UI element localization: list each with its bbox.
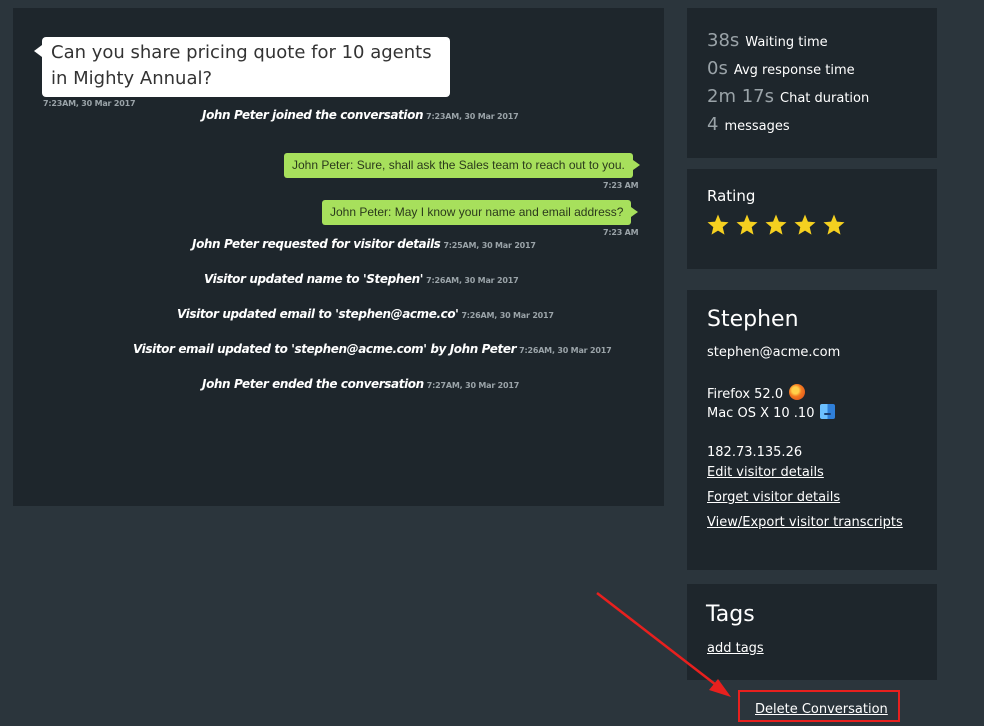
event-text: John Peter ended the conversation xyxy=(202,377,424,391)
stat-value: 38s xyxy=(707,30,740,51)
stat-label: Waiting time xyxy=(745,35,828,50)
delete-conversation-highlight-box: Delete Conversation xyxy=(738,690,900,722)
browser-label: Firefox 52.0 xyxy=(707,387,784,402)
forget-visitor-details-link[interactable]: Forget visitor details xyxy=(707,490,840,505)
agent-message-bubble: John Peter: May I know your name and ema… xyxy=(322,200,639,225)
visitor-browser: Firefox 52.0 xyxy=(707,384,806,402)
event-time: 7:27AM, 30 Mar 2017 xyxy=(426,381,520,390)
event-text: John Peter joined the conversation xyxy=(202,108,424,122)
stat-label: messages xyxy=(724,119,790,134)
event-updated-email: Visitor updated email to 'stephen@acme.c… xyxy=(177,307,554,321)
visitor-message-bubble: Can you share pricing quote for 10 agent… xyxy=(34,37,450,97)
star-icon xyxy=(765,214,787,235)
event-text: Visitor updated name to 'Stephen' xyxy=(204,272,424,286)
star-icon xyxy=(794,214,816,235)
edit-visitor-details-link[interactable]: Edit visitor details xyxy=(707,465,824,480)
stat-messages: 4 messages xyxy=(707,114,790,135)
stat-waiting-time: 38s Waiting time xyxy=(707,30,828,51)
stat-chat-duration: 2m 17s Chat duration xyxy=(707,86,869,107)
visitor-message-time: 7:23AM, 30 Mar 2017 xyxy=(43,99,136,108)
event-ended: John Peter ended the conversation 7:27AM,… xyxy=(202,377,519,391)
event-time: 7:26AM, 30 Mar 2017 xyxy=(461,311,554,320)
add-tags-link[interactable]: add tags xyxy=(707,641,764,656)
arrow-head xyxy=(709,679,731,697)
rating-panel: Rating xyxy=(687,169,937,269)
stat-avg-response-time: 0s Avg response time xyxy=(707,58,855,79)
star-icon xyxy=(736,214,758,235)
export-visitor-transcripts-link[interactable]: View/Export visitor transcripts xyxy=(707,515,903,530)
star-icon xyxy=(823,214,845,235)
event-time: 7:26AM, 30 Mar 2017 xyxy=(426,276,519,285)
event-requested-details: John Peter requested for visitor details… xyxy=(192,237,536,251)
agent-message-time: 7:23 AM xyxy=(603,228,639,237)
visitor-ip: 182.73.135.26 xyxy=(707,445,803,460)
visitor-name: Stephen xyxy=(707,307,799,332)
event-joined: John Peter joined the conversation 7:23AM… xyxy=(202,108,519,122)
event-updated-name: Visitor updated name to 'Stephen' 7:26AM,… xyxy=(204,272,519,286)
event-text: Visitor email updated to 'stephen@acme.c… xyxy=(133,342,517,356)
delete-conversation-link[interactable]: Delete Conversation xyxy=(755,702,888,717)
event-email-updated-by-agent: Visitor email updated to 'stephen@acme.c… xyxy=(133,342,612,356)
stat-label: Avg response time xyxy=(733,63,855,78)
mac-finder-icon xyxy=(820,404,836,419)
os-label: Mac OS X 10 .10 xyxy=(707,406,815,421)
visitor-email: stephen@acme.com xyxy=(707,345,841,360)
visitor-os: Mac OS X 10 .10 xyxy=(707,404,836,421)
event-time: 7:25AM, 30 Mar 2017 xyxy=(443,241,536,250)
stat-value: 4 xyxy=(707,114,719,135)
tags-title: Tags xyxy=(706,602,755,627)
event-text: Visitor updated email to 'stephen@acme.c… xyxy=(177,307,459,321)
event-text: John Peter requested for visitor details xyxy=(192,237,441,251)
agent-message-time: 7:23 AM xyxy=(603,181,639,190)
event-time: 7:26AM, 30 Mar 2017 xyxy=(519,346,612,355)
firefox-icon xyxy=(789,384,806,400)
stat-label: Chat duration xyxy=(780,91,870,106)
tags-panel: Tags add tags xyxy=(687,584,937,680)
stat-value: 2m 17s xyxy=(707,86,774,107)
star-icon xyxy=(707,214,729,235)
stat-value: 0s xyxy=(707,58,728,79)
visitor-info-panel: Stephen stephen@acme.com Firefox 52.0 Ma… xyxy=(687,290,937,570)
chat-stats-panel: 38s Waiting time 0s Avg response time 2m 1… xyxy=(687,8,937,158)
event-time: 7:23AM, 30 Mar 2017 xyxy=(426,112,519,121)
rating-stars xyxy=(706,213,846,237)
rating-title: Rating xyxy=(707,187,756,205)
chat-transcript-panel: Can you share pricing quote for 10 agent… xyxy=(13,8,664,506)
agent-message-bubble: John Peter: Sure, shall ask the Sales te… xyxy=(284,153,640,178)
